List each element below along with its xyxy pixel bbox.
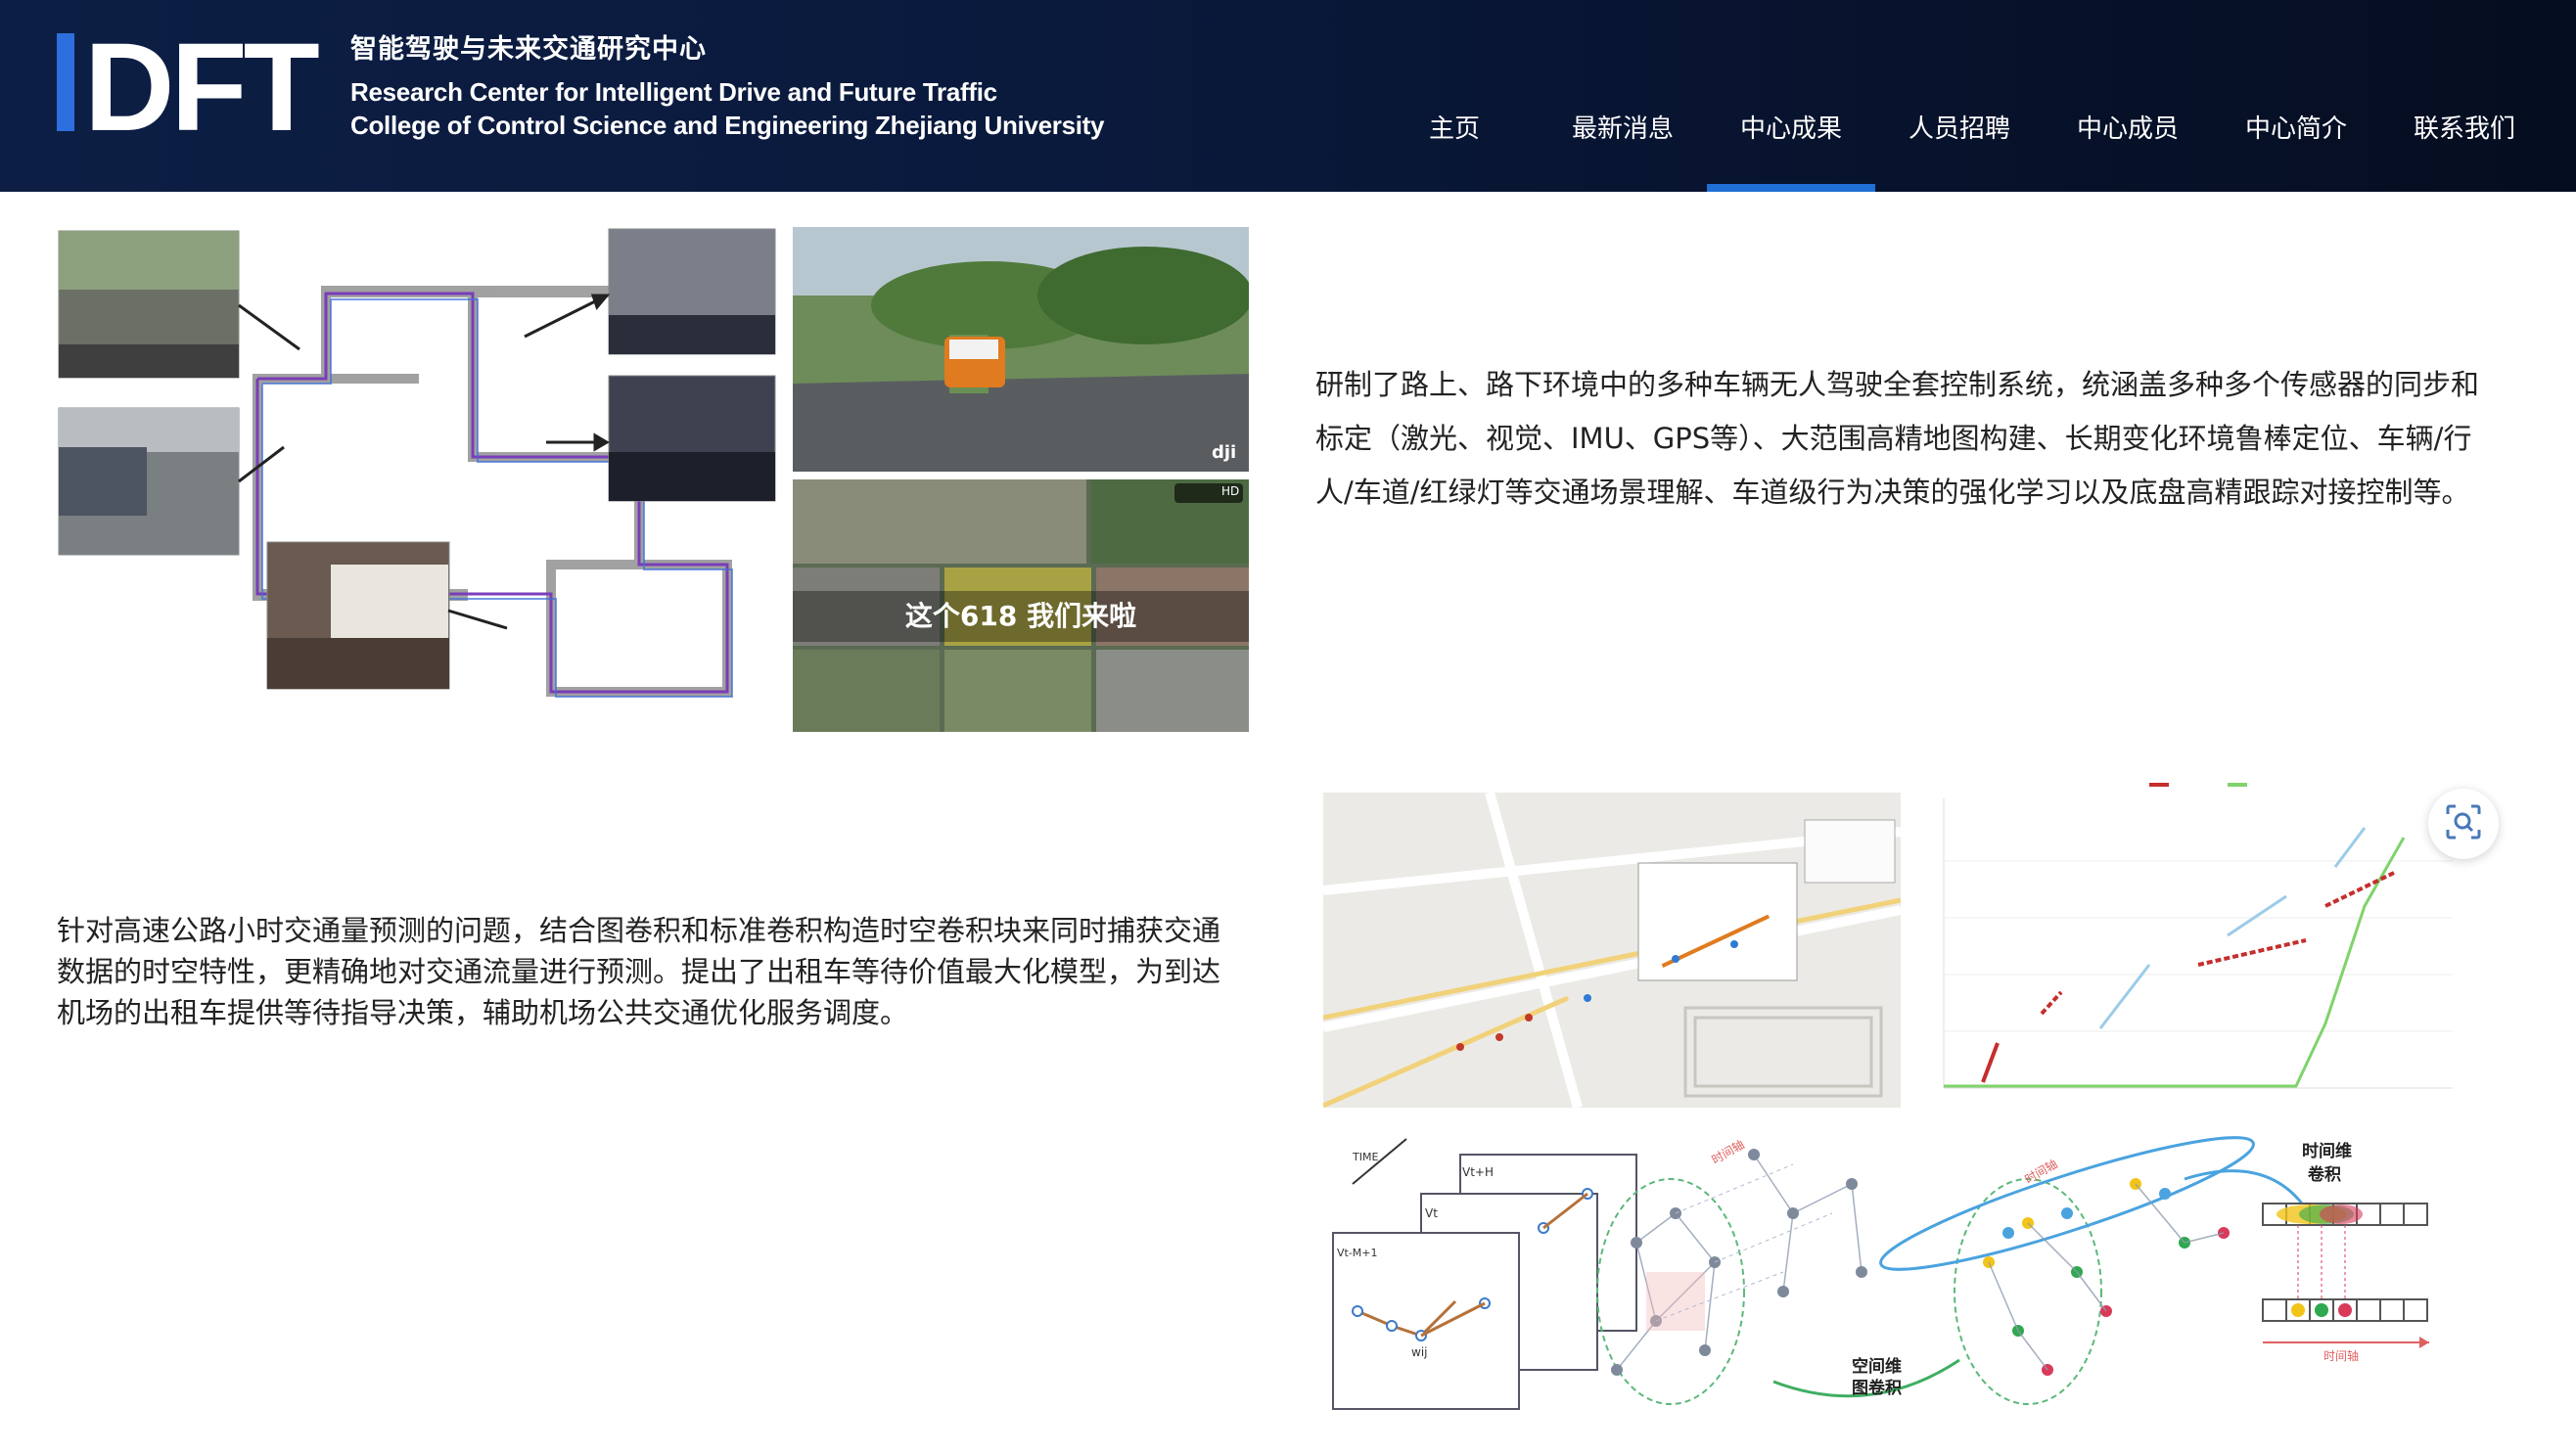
time-axis-label: TIME <box>1352 1151 1378 1163</box>
scan-search-icon <box>2444 802 2483 845</box>
space-conv-label-2: 图卷积 <box>1852 1378 1902 1398</box>
nav-recruitment[interactable]: 人员招聘 <box>1875 0 2044 192</box>
site-header: DFT 智能驾驶与未来交通研究中心 Research Center for In… <box>0 0 2576 192</box>
subtitle-en-2: College of Control Science and Engineeri… <box>350 111 1105 140</box>
nav-members[interactable]: 中心成员 <box>2044 0 2212 192</box>
video-caption: 这个618 我们来啦 <box>904 600 1137 632</box>
time-axis-label-1: 时间轴 <box>1709 1137 1747 1167</box>
airport-map-screenshot <box>1321 791 1902 1110</box>
time-conv-label-2: 卷积 <box>2307 1164 2341 1185</box>
subtitle-cn: 智能驾驶与未来交通研究中心 <box>350 34 707 65</box>
spatiotemporal-conv-diagram: TIME Vt+H Vt Vt-M+1 wij 时间轴 时间轴 空间维 图卷积 … <box>1323 1125 2478 1419</box>
nav-home[interactable]: 主页 <box>1370 0 1539 192</box>
vehicle-photo-collage: dji 这个618 我们来啦 HD <box>793 227 1253 732</box>
nav-contact[interactable]: 联系我们 <box>2380 0 2549 192</box>
section1-description: 研制了路上、路下环境中的多种车辆无人驾驶全套控制系统，统涵盖多种多个传感器的同步… <box>1315 368 2480 509</box>
nav-latest-news[interactable]: 最新消息 <box>1539 0 1707 192</box>
section2-description: 针对高速公路小时交通量预测的问题，结合图卷积和标准卷积构造时空卷积块来同时捕获交… <box>57 914 1221 1029</box>
w-label: wij <box>1411 1345 1427 1359</box>
scan-search-button[interactable] <box>2428 789 2499 859</box>
logo-subtitle: 智能驾驶与未来交通研究中心 Research Center for Intell… <box>350 27 1105 142</box>
main-nav: 主页 最新消息 中心成果 人员招聘 中心成员 中心简介 联系我们 <box>1370 0 2576 192</box>
v-front-label: Vt-M+1 <box>1337 1247 1378 1259</box>
nav-about[interactable]: 中心简介 <box>2212 0 2380 192</box>
v-mid-label: Vt <box>1425 1206 1438 1220</box>
time-axis-label-3: 时间轴 <box>2323 1348 2359 1363</box>
svg-text:dji: dji <box>1212 442 1236 463</box>
v-top-label: Vt+H <box>1462 1165 1494 1179</box>
taxi-waiting-chart <box>1905 779 2462 1108</box>
nav-achievements[interactable]: 中心成果 <box>1707 0 1875 192</box>
space-conv-label-1: 空间维 <box>1852 1356 1902 1377</box>
subtitle-en-1: Research Center for Intelligent Drive an… <box>350 77 997 107</box>
svg-text:DFT: DFT <box>84 29 319 137</box>
hd-badge: HD <box>1221 484 1240 498</box>
slam-map-figure <box>57 227 781 736</box>
time-conv-label-1: 时间维 <box>2302 1141 2352 1161</box>
idft-logo[interactable]: DFT <box>55 18 323 158</box>
